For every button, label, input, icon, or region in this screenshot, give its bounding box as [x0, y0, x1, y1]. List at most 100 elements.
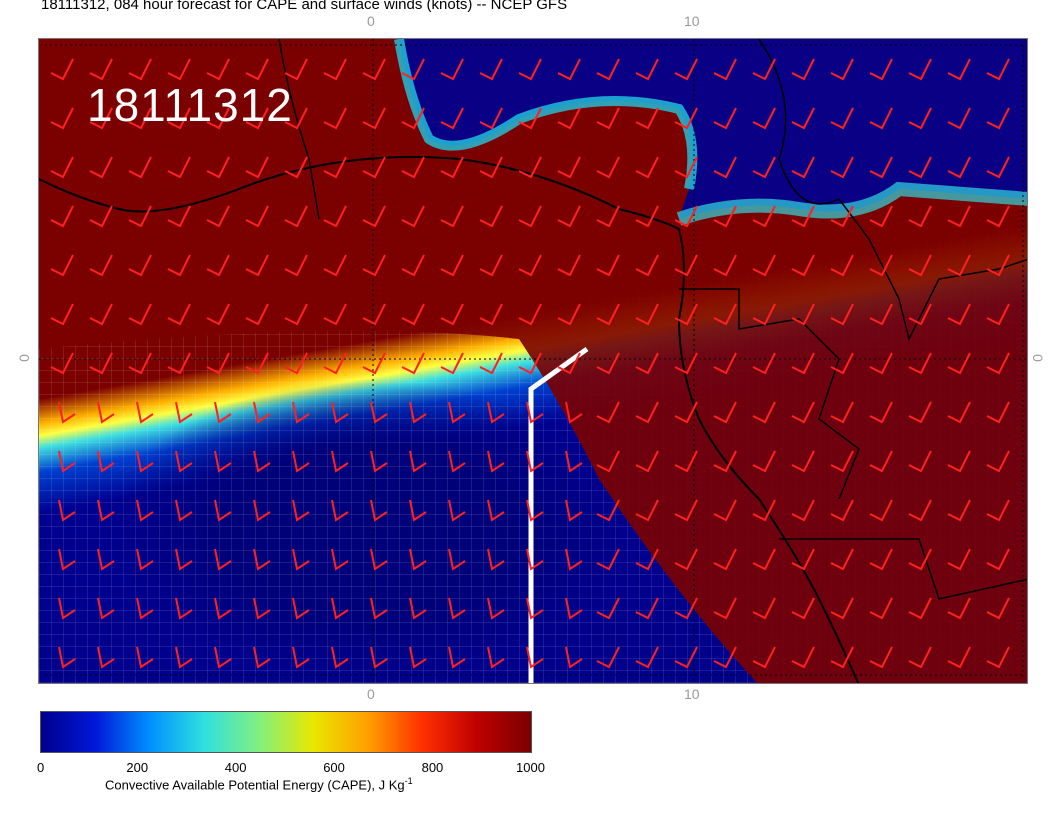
wind-barb: [448, 450, 466, 473]
wind-barb: [175, 401, 193, 424]
wind-barb: [136, 646, 154, 669]
wind-barb: [253, 450, 271, 473]
wind-barb: [214, 499, 232, 522]
colorbar-title: Convective Available Potential Energy (C…: [105, 776, 413, 792]
colorbar-tick-label: 1000: [516, 760, 545, 775]
wind-barb: [565, 499, 583, 522]
wind-barb: [487, 646, 505, 669]
wind-barb: [284, 352, 308, 375]
wind-barb: [565, 450, 583, 473]
wind-barb: [323, 352, 347, 375]
wind-barb: [487, 548, 505, 571]
wind-barb: [362, 352, 386, 375]
wind-barb: [206, 352, 230, 375]
wind-barb: [409, 401, 427, 424]
wind-barb: [175, 450, 193, 473]
wind-barb: [175, 646, 193, 669]
wind-barb: [331, 597, 349, 620]
wind-barb: [175, 548, 193, 571]
wind-barb: [292, 646, 310, 669]
wind-barb: [401, 352, 425, 375]
colorbar-title-text: Convective Available Potential Energy (C…: [105, 777, 405, 793]
wind-barb: [58, 499, 76, 522]
wind-barb: [97, 548, 115, 571]
wind-barb: [253, 646, 271, 669]
wind-barb: [487, 450, 505, 473]
wind-barb: [214, 646, 232, 669]
tick-top-10: 10: [684, 13, 700, 29]
wind-barb: [253, 597, 271, 620]
wind-barb: [253, 401, 271, 424]
wind-barb: [292, 401, 310, 424]
wind-barb: [487, 597, 505, 620]
tick-right-0: 0: [1029, 354, 1046, 362]
wind-barb: [596, 646, 620, 669]
tick-bottom-10: 10: [684, 686, 700, 702]
wind-barb: [331, 499, 349, 522]
wind-barb: [214, 401, 232, 424]
wind-barb: [596, 597, 620, 620]
colorbar-tick-label: 600: [323, 760, 345, 775]
wind-barb: [292, 450, 310, 473]
colorbar-tick-label: 400: [224, 760, 247, 775]
wind-barb: [409, 597, 427, 620]
wind-barb: [136, 401, 154, 424]
wind-barb: [50, 352, 74, 375]
wind-barb: [448, 401, 466, 424]
wind-barb: [565, 597, 583, 620]
wind-barb: [97, 646, 115, 669]
wind-barb: [97, 401, 115, 424]
wind-barb: [596, 548, 620, 571]
wind-barb: [565, 646, 583, 669]
wind-barb: [440, 352, 464, 375]
wind-barb: [409, 646, 427, 669]
wind-barb: [136, 597, 154, 620]
tick-bottom-0: 0: [367, 686, 375, 702]
wind-barb: [58, 548, 76, 571]
wind-barb: [370, 499, 388, 522]
wind-barb: [479, 352, 503, 375]
wind-barb: [292, 548, 310, 571]
wind-barb: [167, 352, 191, 375]
wind-barb: [635, 646, 659, 669]
wind-barb: [58, 401, 76, 424]
wind-barb: [292, 597, 310, 620]
wind-barb: [214, 548, 232, 571]
wind-barb: [448, 548, 466, 571]
tick-left-0: 0: [15, 354, 32, 362]
timestamp-label: 18111312: [87, 79, 293, 131]
wind-barb: [58, 597, 76, 620]
wind-barb: [97, 450, 115, 473]
colorbar-tick-label: 0: [37, 760, 45, 775]
wind-barb: [409, 548, 427, 571]
tick-top-0: 0: [367, 13, 375, 29]
wind-barb: [97, 499, 115, 522]
colorbar-tick-label: 800: [421, 760, 444, 775]
wind-barb: [58, 450, 76, 473]
wind-barb: [89, 352, 113, 375]
wind-barb: [136, 450, 154, 473]
cape-colorbar: [40, 711, 532, 753]
wind-barb: [409, 499, 427, 522]
wind-barb: [331, 548, 349, 571]
wind-barb: [331, 450, 349, 473]
cape-map: 18111312: [38, 38, 1028, 684]
wind-barb: [448, 646, 466, 669]
wind-barb: [565, 548, 583, 571]
wind-barb: [448, 499, 466, 522]
wind-barb: [253, 548, 271, 571]
wind-barb: [136, 499, 154, 522]
colorbar-tick-label: 200: [126, 760, 149, 775]
wind-barb: [214, 597, 232, 620]
wind-barb: [175, 499, 193, 522]
wind-barb: [97, 597, 115, 620]
wind-barb: [487, 401, 505, 424]
wind-barb: [331, 646, 349, 669]
wind-barb: [331, 401, 349, 424]
wind-barb: [635, 597, 659, 620]
wind-barb: [175, 597, 193, 620]
wind-barb: [253, 499, 271, 522]
wind-barb: [128, 352, 152, 375]
wind-barb: [245, 352, 269, 375]
wind-barb: [448, 597, 466, 620]
